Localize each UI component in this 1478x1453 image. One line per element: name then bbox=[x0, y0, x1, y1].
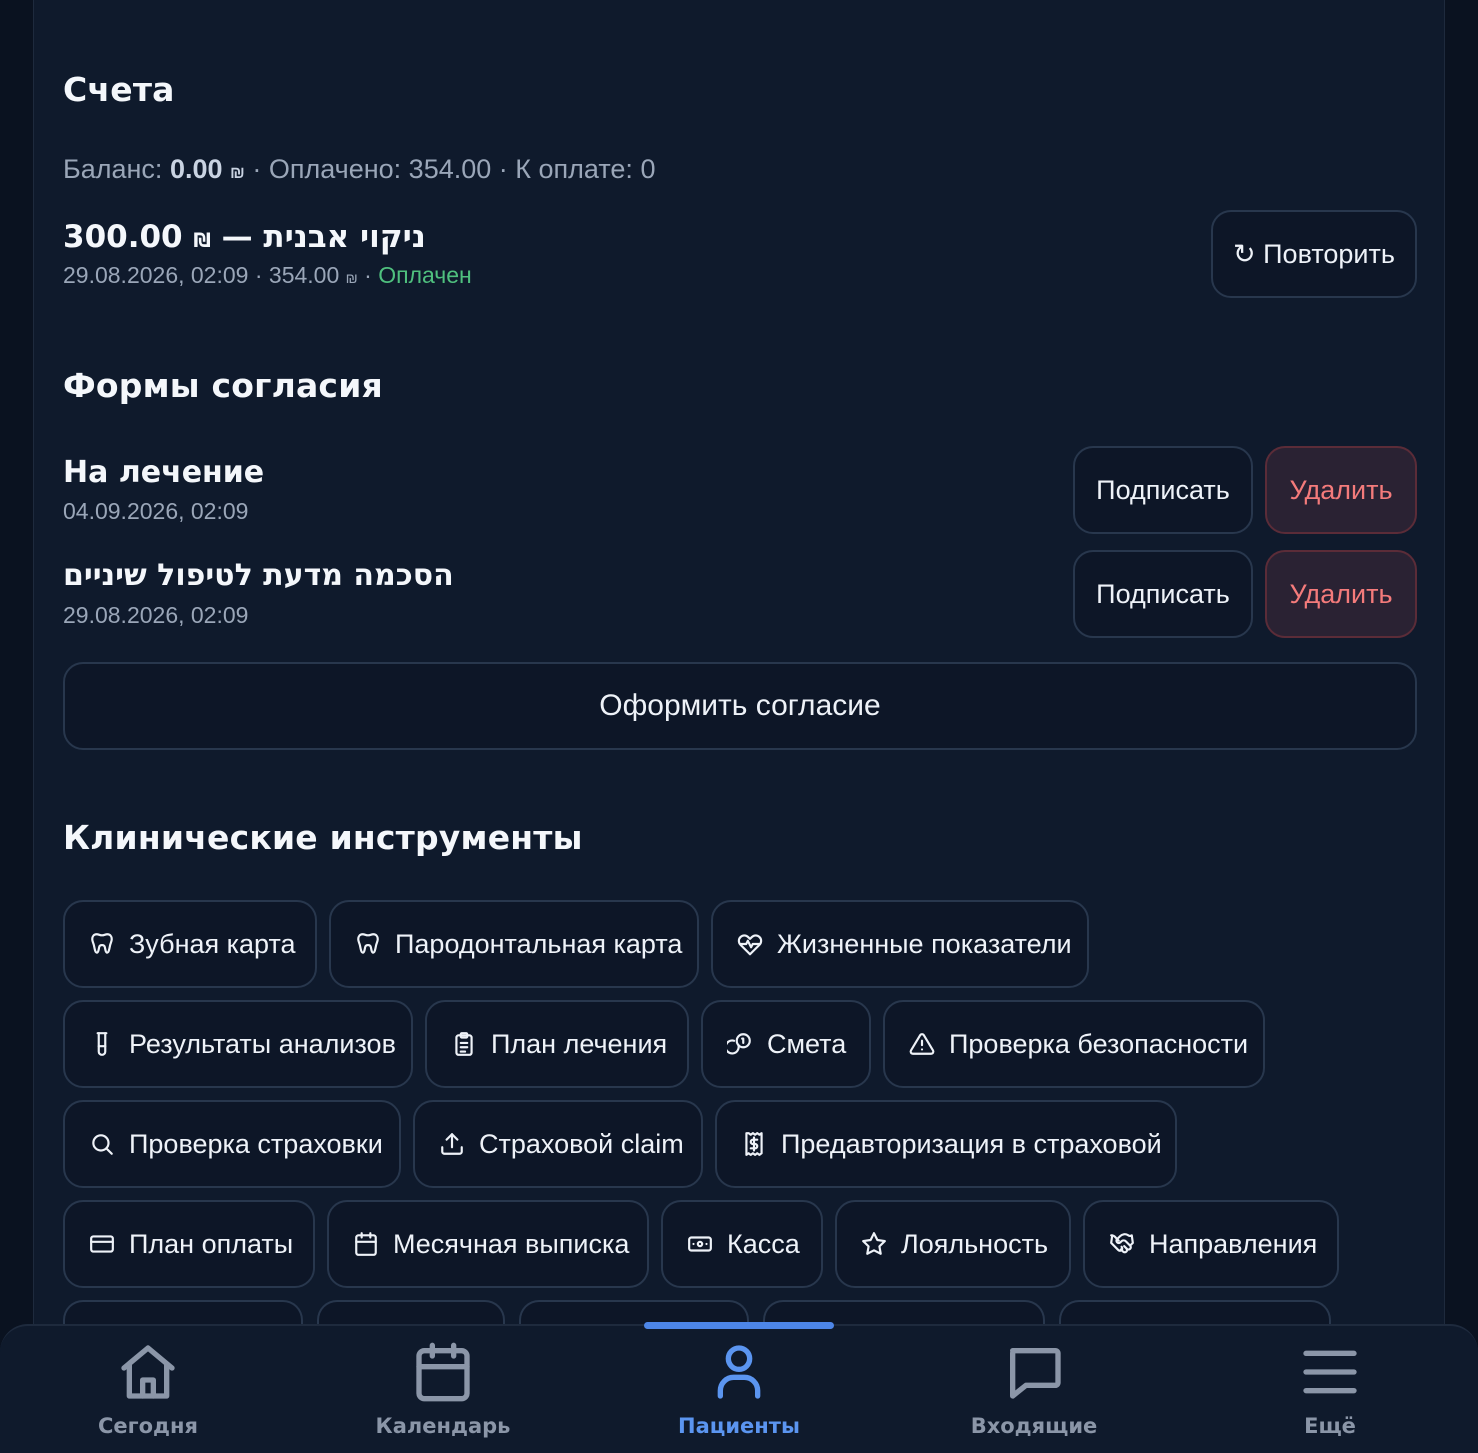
tool-label: Месячная выписка bbox=[393, 1228, 630, 1259]
heart-pulse-icon bbox=[737, 934, 763, 956]
tool-label: Направления bbox=[1149, 1228, 1318, 1259]
tooth-icon bbox=[357, 933, 379, 954]
clipboard-list-icon bbox=[455, 1032, 473, 1056]
tool-insurance-check-button[interactable]: Проверка страховки bbox=[63, 1100, 401, 1188]
invoice-status: Оплачен bbox=[378, 262, 472, 288]
tools-title: Клинические инструменты bbox=[63, 818, 583, 857]
menu-icon bbox=[1303, 1350, 1357, 1394]
tool-preauthorization-button[interactable]: Предавторизация в страховой bbox=[715, 1100, 1177, 1188]
banknote-icon bbox=[688, 1236, 712, 1252]
tool-label: Проверка страховки bbox=[129, 1128, 383, 1159]
calendar-icon bbox=[416, 1342, 470, 1402]
paid-label: Оплачено: bbox=[268, 154, 402, 184]
due-label: К оплате: bbox=[515, 154, 633, 184]
nav-patients[interactable]: Пациенты bbox=[639, 1340, 839, 1450]
separator: · bbox=[252, 154, 262, 184]
nav-label: Сегодня bbox=[97, 1414, 198, 1438]
tool-loyalty-button[interactable]: Лояльность bbox=[835, 1200, 1071, 1288]
tool-safety-check-button[interactable]: Проверка безопасности bbox=[883, 1000, 1265, 1088]
tool-label: Зубная карта bbox=[129, 928, 296, 959]
create-consent-button[interactable]: Оформить согласие bbox=[63, 662, 1417, 750]
nav-label: Пациенты bbox=[678, 1414, 800, 1438]
separator: · bbox=[498, 154, 508, 184]
tool-label: Пародонтальная карта bbox=[395, 928, 683, 959]
home-icon bbox=[121, 1345, 175, 1399]
tool-label: Лояльность bbox=[901, 1228, 1049, 1259]
invoice-service-name: ניקוי אבנית bbox=[263, 219, 426, 255]
delete-button[interactable]: Удалить bbox=[1265, 446, 1417, 534]
balance-label: Баланс: bbox=[63, 154, 163, 184]
star-icon bbox=[862, 1232, 886, 1255]
nav-label: Входящие bbox=[970, 1414, 1098, 1438]
bottom-nav: Сегодня Календарь Пациенты Входящие Ещё bbox=[0, 1322, 1478, 1453]
tool-cashier-button[interactable]: Касса bbox=[661, 1200, 823, 1288]
delete-button[interactable]: Удалить bbox=[1265, 550, 1417, 638]
tool-label: Страховой claim bbox=[479, 1128, 684, 1159]
message-icon bbox=[1010, 1348, 1061, 1399]
sign-button[interactable]: Подписать bbox=[1073, 550, 1253, 638]
patient-page: Счета Баланс: 0.00 ₪ · Оплачено: 354.00 … bbox=[33, 0, 1445, 1453]
repeat-button[interactable]: ↻ Повторить bbox=[1211, 210, 1417, 298]
tool-periodontal-chart-button[interactable]: Пародонтальная карта bbox=[329, 900, 699, 988]
currency-symbol: ₪ bbox=[345, 271, 358, 287]
consent-date: 29.08.2026, 02:09 bbox=[63, 602, 249, 628]
tool-label: План оплаты bbox=[129, 1228, 294, 1259]
nav-label: Ещё bbox=[1304, 1414, 1356, 1438]
invoice-title: 300.00 ₪ — ניקוי אבנית bbox=[63, 219, 426, 255]
calendar-icon bbox=[355, 1232, 377, 1256]
handshake-icon bbox=[1110, 1233, 1134, 1254]
paid-value: 354.00 bbox=[408, 154, 492, 184]
currency-symbol: ₪ bbox=[193, 229, 211, 252]
tool-label: Касса bbox=[727, 1228, 800, 1259]
invoice-paid-amount: 354.00 bbox=[268, 262, 340, 288]
nav-today[interactable]: Сегодня bbox=[48, 1340, 248, 1450]
invoice-amount: 300.00 bbox=[63, 219, 183, 255]
nav-calendar[interactable]: Календарь bbox=[343, 1340, 543, 1450]
dash: — bbox=[221, 219, 253, 255]
separator: · bbox=[254, 262, 263, 288]
sign-button[interactable]: Подписать bbox=[1073, 446, 1253, 534]
upload-icon bbox=[441, 1133, 463, 1155]
nav-inbox[interactable]: Входящие bbox=[934, 1340, 1134, 1450]
tool-insurance-claim-button[interactable]: Страховой claim bbox=[413, 1100, 703, 1188]
tool-label: Предавторизация в страховой bbox=[781, 1128, 1162, 1159]
balance-summary: Баланс: 0.00 ₪ · Оплачено: 354.00 · К оп… bbox=[63, 154, 655, 185]
currency-symbol: ₪ bbox=[230, 163, 245, 182]
tooth-icon bbox=[91, 933, 113, 954]
consent-title: На лечение bbox=[63, 455, 265, 490]
user-icon bbox=[717, 1345, 761, 1399]
coins-icon bbox=[727, 1033, 751, 1055]
consents-title: Формы согласия bbox=[63, 366, 383, 405]
consent-date: 04.09.2026, 02:09 bbox=[63, 498, 249, 524]
tool-dental-chart-button[interactable]: Зубная карта bbox=[63, 900, 317, 988]
alert-triangle-icon bbox=[909, 1033, 935, 1055]
nav-label: Календарь bbox=[375, 1414, 511, 1438]
tool-label: Результаты анализов bbox=[129, 1028, 396, 1059]
tool-payment-plan-button[interactable]: План оплаты bbox=[63, 1200, 315, 1288]
nav-active-indicator bbox=[644, 1322, 834, 1329]
tool-lab-results-button[interactable]: Результаты анализов bbox=[63, 1000, 413, 1088]
due-value: 0 bbox=[640, 154, 656, 184]
invoices-title: Счета bbox=[63, 70, 175, 109]
tool-vitals-button[interactable]: Жизненные показатели bbox=[711, 900, 1089, 988]
separator: · bbox=[364, 262, 372, 288]
tool-label: Жизненные показатели bbox=[777, 928, 1072, 959]
tool-label: Смета bbox=[767, 1028, 847, 1059]
tool-treatment-plan-button[interactable]: План лечения bbox=[425, 1000, 689, 1088]
credit-card-icon bbox=[90, 1235, 114, 1253]
search-icon bbox=[92, 1134, 113, 1155]
tool-monthly-statement-button[interactable]: Месячная выписка bbox=[327, 1200, 649, 1288]
invoice-date: 29.08.2026, 02:09 bbox=[63, 262, 249, 288]
tool-estimate-button[interactable]: Смета bbox=[701, 1000, 871, 1088]
test-tube-icon bbox=[96, 1032, 108, 1056]
tool-label: План лечения bbox=[491, 1028, 668, 1059]
invoice-meta: 29.08.2026, 02:09 · 354.00 ₪ · Оплачен bbox=[63, 262, 472, 289]
receipt-icon bbox=[745, 1132, 763, 1156]
nav-more[interactable]: Ещё bbox=[1230, 1340, 1430, 1450]
consent-title: הסכמה מדעת לטיפול שיניים bbox=[63, 558, 454, 593]
balance-value: 0.00 bbox=[169, 154, 223, 184]
tool-label: Проверка безопасности bbox=[949, 1028, 1249, 1059]
tool-referrals-button[interactable]: Направления bbox=[1083, 1200, 1339, 1288]
